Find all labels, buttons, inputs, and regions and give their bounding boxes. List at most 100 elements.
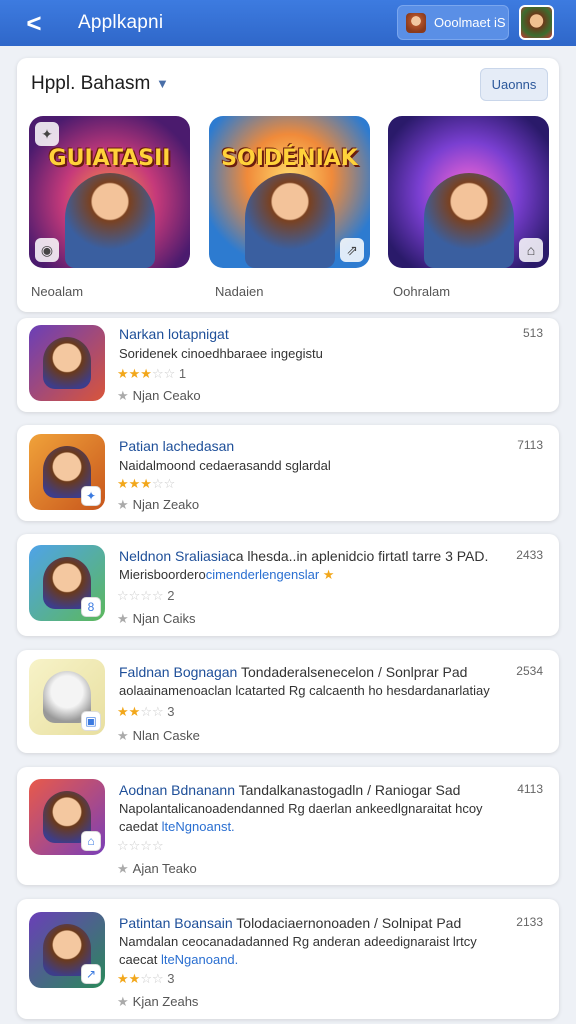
top-app-bar: < Applkapni Ooolmaet iS [0, 0, 576, 46]
item-description-line2: caedat lteNgnoanst. [119, 819, 235, 834]
item-description-pre: caecat [119, 952, 158, 967]
item-description-line2: caecat lteNganoand. [119, 952, 238, 967]
item-description: Soridenek cinoedhbaraee ingegistu [119, 346, 323, 361]
character-art [423, 173, 514, 268]
app-thumbnail: ↗ [29, 912, 105, 988]
app-badge-icon: ▣ [81, 711, 101, 731]
item-description-link[interactable]: lteNgnoanst. [162, 819, 235, 834]
rating-text: 2 [167, 588, 175, 603]
character-art [244, 173, 335, 268]
back-arrow-icon: < [26, 7, 42, 38]
featured-tile[interactable]: SOIDÉNIAK ⇗ [209, 116, 370, 268]
item-title-rest: Tondaderalsenecelon / Sonlprar Pad [240, 664, 468, 680]
item-title-main: Aodnan Bdnanann [119, 782, 235, 798]
featured-label: Oohralam [393, 284, 451, 299]
star-icon: ★★ [117, 971, 141, 986]
featured-tile[interactable]: ⌂ [388, 116, 549, 268]
item-description-link[interactable]: cimenderlengenslar [206, 567, 319, 582]
account-button[interactable]: Ooolmaet iS [397, 5, 509, 40]
rating: ☆☆☆☆ [117, 838, 164, 854]
developer-name: Njan Ceako [132, 388, 201, 403]
tile-art-title: SOIDÉNIAK [221, 146, 358, 171]
featured-label: Neoalam [31, 284, 84, 299]
back-button[interactable]: < [14, 3, 54, 43]
featured-tile[interactable]: GUIATASII ✦ ◉ [29, 116, 190, 268]
item-title-rest: Tolodaciaernonoaden / Solnipat Pad [236, 915, 462, 931]
app-badge-icon: ⌂ [81, 831, 101, 851]
rating: ☆☆☆☆ 2 [117, 588, 174, 604]
item-title-rest: Tandalkanastogadln / Raniogar Sad [238, 782, 461, 798]
star-icon: ★★★ [117, 476, 152, 491]
developer: ★ Kjan Zeahs [117, 994, 198, 1010]
rating: ★★☆☆ 3 [117, 704, 174, 720]
star-icon: ★ [117, 497, 129, 512]
account-label: Ooolmaet iS [434, 15, 506, 30]
dropdown-caret-icon[interactable]: ▼ [156, 76, 169, 91]
item-description-text: Mierisboordero [119, 567, 206, 582]
item-title: Aodnan Bdnanann Tandalkanastogadln / Ran… [119, 782, 460, 798]
app-thumbnail: 8 [29, 545, 105, 621]
developer: ★ Njan Ceako [117, 388, 201, 404]
item-title: Patintan Boansain Tolodaciaernonoaden / … [119, 915, 461, 931]
star-icon: ★ [117, 994, 129, 1009]
avatar[interactable] [519, 5, 554, 40]
developer-name: Nlan Caske [132, 728, 200, 743]
item-count: 513 [522, 326, 543, 340]
rating-text: 3 [167, 704, 175, 719]
app-title: Applkapni [78, 12, 164, 33]
list-item[interactable]: ⌂ Aodnan Bdnanann Tandalkanastogadln / R… [17, 767, 559, 885]
rating: ★★★☆☆ [117, 476, 175, 492]
star-empty-icon: ☆☆☆☆ [117, 588, 164, 603]
item-description: Napolantalicanoadendanned Rg daerlan ank… [119, 801, 483, 816]
item-description: Namdalan ceocanadadanned Rg anderan adee… [119, 934, 477, 949]
item-title-main: Neldnon Sraliasia [119, 548, 229, 564]
developer-name: Kjan Zeahs [132, 994, 199, 1009]
star-empty-icon: ☆☆☆☆ [117, 838, 164, 853]
featured-card: Hppl. Bahasm ▼ Uaonns GUIATASII ✦ ◉ SOID… [17, 58, 559, 312]
character-art [43, 337, 91, 389]
developer-name: Njan Zeako [132, 497, 200, 512]
rating: ★★☆☆ 3 [117, 971, 174, 987]
featured-title[interactable]: Hppl. Bahasm [31, 73, 150, 95]
view-all-button[interactable]: Uaonns [480, 68, 548, 101]
star-icon: ★ [117, 861, 129, 876]
rating-text: 3 [167, 971, 175, 986]
list-item[interactable]: 8 Neldnon Sraliasiaca lhesda..in aplenid… [17, 534, 559, 636]
item-count: 2133 [516, 915, 543, 929]
item-description-pre: caedat [119, 819, 159, 834]
featured-label: Nadaien [215, 284, 264, 299]
star-empty-icon: ☆☆ [140, 704, 164, 719]
item-title: Faldnan Bognagan Tondaderalsenecelon / S… [119, 664, 467, 680]
rating: ★★★☆☆ 1 [117, 366, 186, 382]
item-title: Neldnon Sraliasiaca lhesda..in aplenidci… [119, 548, 488, 564]
list-item[interactable]: Narkan lotapnigat Soridenek cinoedhbarae… [17, 318, 559, 412]
developer-name: Njan Caiks [132, 611, 196, 626]
item-title-main: Faldnan Bognagan [119, 664, 238, 680]
item-description-link[interactable]: lteNganoand. [161, 952, 238, 967]
developer-name: Ajan Teako [132, 861, 197, 876]
developer: ★ Njan Caiks [117, 611, 196, 627]
app-badge-icon: ↗ [81, 964, 101, 984]
star-icon: ★★★ [117, 366, 152, 381]
item-title: Patian lachedasan [119, 438, 235, 454]
star-icon: ★ [117, 611, 129, 626]
star-icon: ★ [117, 388, 129, 403]
list-item[interactable]: ✦ Patian lachedasan Naidalmoond cedaeras… [17, 425, 559, 521]
star-icon: ★ [322, 567, 335, 582]
item-count: 7113 [517, 438, 543, 452]
star-empty-icon: ☆☆ [140, 971, 164, 986]
item-description: Naidalmoond cedaerasandd sglardal [119, 458, 331, 473]
star-empty-icon: ☆☆ [151, 366, 176, 381]
item-title: Narkan lotapnigat [119, 326, 229, 342]
app-badge-icon: ✦ [81, 486, 101, 506]
item-count: 4113 [517, 782, 543, 796]
list-item[interactable]: ▣ Faldnan Bognagan Tondaderalsenecelon /… [17, 650, 559, 753]
item-description: aolaainamenoaclan lcatarted Rg calcaenth… [119, 683, 490, 698]
rating-text: 1 [178, 366, 187, 381]
list-item[interactable]: ↗ Patintan Boansain Tolodaciaernonoaden … [17, 899, 559, 1019]
star-icon: ★ [117, 728, 129, 743]
app-thumbnail: ⌂ [29, 779, 105, 855]
item-count: 2534 [516, 664, 543, 678]
item-title-rest: ca lhesda..in aplenidcio firtatl tarre 3… [228, 548, 489, 564]
developer: ★ Ajan Teako [117, 861, 197, 877]
